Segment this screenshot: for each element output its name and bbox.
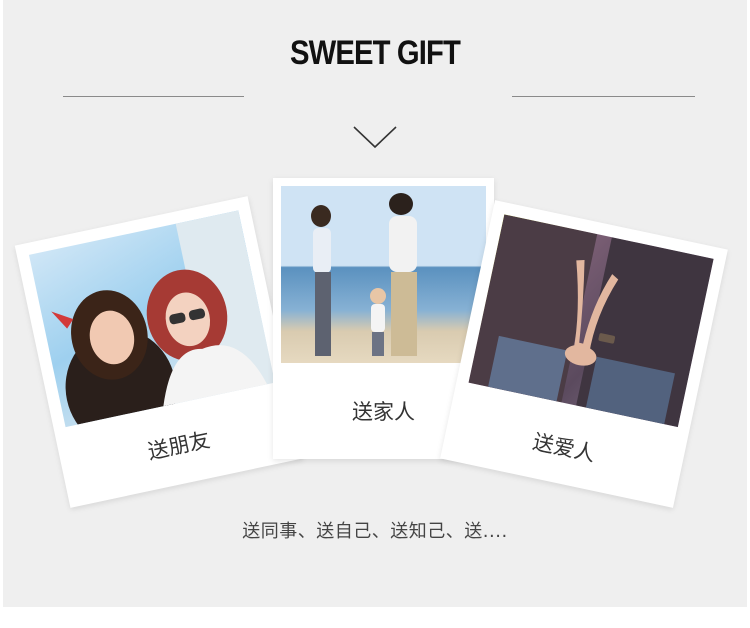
chevron-down-icon xyxy=(353,126,397,149)
page-title: SWEET GIFT xyxy=(289,34,461,72)
friends-photo xyxy=(28,210,275,428)
footer-text: 送同事、送自己、送知己、送.... xyxy=(242,521,508,542)
divider-right xyxy=(512,96,695,97)
family-photo xyxy=(281,186,486,363)
lovers-photo xyxy=(468,214,714,428)
divider-left xyxy=(63,96,244,97)
